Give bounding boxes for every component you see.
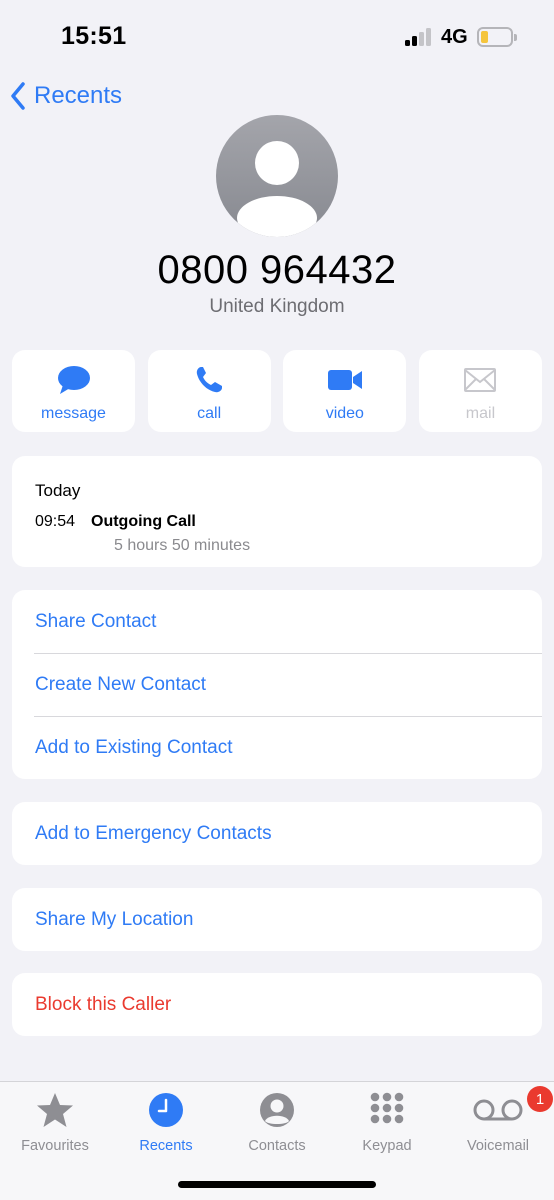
back-button[interactable]: Recents [10, 82, 122, 110]
back-label: Recents [34, 82, 123, 109]
share-contact-button[interactable]: Share Contact [12, 590, 542, 653]
tab-label: Contacts [248, 1138, 306, 1154]
call-time: 09:54 [35, 513, 76, 530]
block-card: Block this Caller [12, 973, 542, 1036]
network-type: 4G [441, 26, 468, 48]
person-circle-icon [259, 1090, 295, 1130]
chevron-left-icon [11, 82, 25, 110]
tab-label: Voicemail [466, 1138, 530, 1154]
action-row: message call video mail [12, 350, 542, 432]
block-caller-button[interactable]: Block this Caller [12, 973, 542, 1036]
voicemail-badge: 1 [527, 1086, 553, 1112]
battery-icon [477, 27, 517, 47]
add-to-existing-contact-button[interactable]: Add to Existing Contact [12, 716, 542, 779]
mail-label: mail [465, 405, 496, 422]
emergency-card: Add to Emergency Contacts [12, 802, 542, 865]
tab-recents[interactable]: Recents [111, 1090, 221, 1154]
phone-number: 0800 964432 [157, 248, 397, 292]
call-history-card: Today 09:54 Outgoing Call 5 hours 50 min… [12, 456, 542, 567]
home-indicator[interactable] [178, 1181, 376, 1188]
tab-keypad[interactable]: Keypad [332, 1090, 442, 1154]
message-label: message [41, 405, 106, 422]
video-button[interactable]: video [283, 350, 407, 432]
tab-label: Keypad [362, 1138, 412, 1154]
star-icon [36, 1090, 74, 1130]
signal-strength-icon [405, 28, 435, 46]
message-icon [57, 364, 91, 396]
avatar [216, 115, 338, 237]
mail-button[interactable]: mail [418, 350, 542, 432]
mail-icon [464, 364, 497, 396]
history-day: Today [35, 481, 81, 500]
tab-favourites[interactable]: Favourites [0, 1090, 110, 1154]
contact-options-card: Share Contact Create New Contact Add to … [12, 590, 542, 779]
location-card: Share My Location [12, 888, 542, 951]
status-time: 15:51 [61, 22, 127, 50]
call-entry: 09:54 Outgoing Call [35, 513, 542, 531]
tab-contacts[interactable]: Contacts [222, 1090, 332, 1154]
call-button[interactable]: call [147, 350, 271, 432]
country-label: United Kingdom [209, 296, 345, 317]
call-type: Outgoing Call [91, 513, 196, 530]
phone-icon [194, 364, 224, 396]
call-duration: 5 hours 50 minutes [114, 537, 251, 554]
keypad-icon [369, 1090, 405, 1130]
video-icon [327, 364, 363, 396]
add-to-emergency-contacts-button[interactable]: Add to Emergency Contacts [12, 802, 542, 865]
status-bar: 15:51 4G [0, 0, 554, 70]
tab-voicemail[interactable]: 1 Voicemail [443, 1086, 553, 1154]
tab-label: Favourites [21, 1138, 89, 1154]
call-label: call [197, 405, 222, 422]
share-my-location-button[interactable]: Share My Location [12, 888, 542, 951]
video-label: video [325, 405, 364, 422]
voicemail-icon: 1 [473, 1086, 553, 1130]
message-button[interactable]: message [12, 350, 135, 432]
tab-label: Recents [139, 1138, 193, 1154]
create-new-contact-button[interactable]: Create New Contact [12, 653, 542, 716]
clock-icon [148, 1090, 184, 1130]
